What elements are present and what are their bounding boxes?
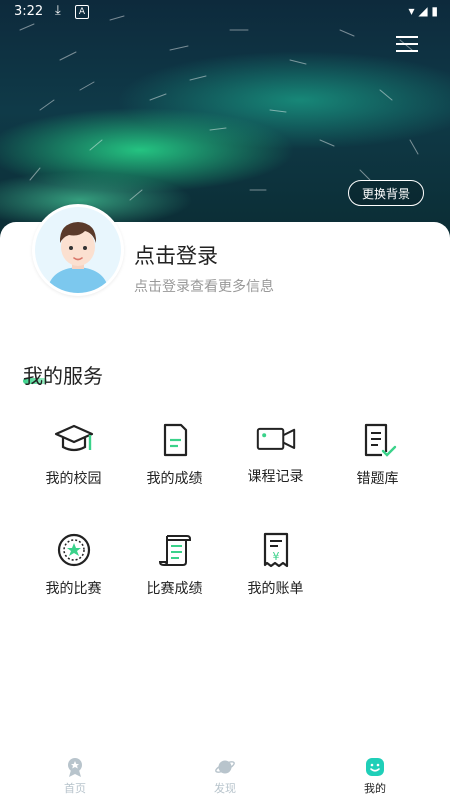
change-background-button[interactable]: 更换背景 [348,180,424,206]
tab-discover[interactable]: 发现 [185,756,265,796]
document-icon [163,423,187,457]
service-label: 我的比赛 [45,581,102,597]
tab-label: 发现 [214,782,236,795]
service-label: 我的校园 [45,471,102,487]
tab-label: 我的 [364,782,386,795]
service-label: 错题库 [356,471,399,487]
service-label: 比赛成绩 [146,581,203,597]
graduation-cap-icon [54,424,93,452]
download-icon: ⤓ [55,3,61,18]
planet-icon [215,760,235,774]
service-my-competitions[interactable]: 我的比赛 [23,530,124,598]
scroll-icon [158,535,191,567]
a-notification-icon: A [75,5,89,19]
service-label: 课程记录 [247,469,304,485]
tab-home[interactable]: 首页 [35,756,115,796]
receipt-icon: ¥ [263,532,288,568]
content-card [0,222,450,800]
login-title[interactable]: 点击登录 [134,240,218,270]
service-my-campus[interactable]: 我的校园 [23,420,124,488]
login-subtitle[interactable]: 点击登录查看更多信息 [134,276,274,296]
service-competition-results[interactable]: 比赛成绩 [124,530,225,598]
checklist-icon [364,423,396,457]
tab-mine[interactable]: 我的 [335,756,415,796]
service-label: 我的账单 [247,581,304,597]
service-my-grades[interactable]: 我的成绩 [124,420,225,488]
status-bar: 3:22 ⤓ A ▾ ◢ ▮ [0,0,450,24]
smile-icon [366,758,384,776]
signal-battery-icon: ▾ ◢ ▮ [408,4,438,18]
service-course-records[interactable]: 课程记录 [225,418,326,486]
bottom-tab-bar: 首页 发现 我的 [0,750,450,800]
menu-icon[interactable] [396,36,418,56]
home-badge-icon [68,758,82,777]
status-time: 3:22 [14,4,44,19]
avatar[interactable] [32,204,124,296]
video-camera-icon [256,427,295,450]
service-wrong-questions[interactable]: 错题库 [327,420,428,488]
medal-icon [57,533,90,567]
services-title: 我的服务 [23,364,103,388]
svg-text:¥: ¥ [272,550,279,563]
service-label: 我的成绩 [146,471,203,487]
service-my-bills[interactable]: ¥ 我的账单 [225,530,326,598]
tab-label: 首页 [64,782,86,795]
